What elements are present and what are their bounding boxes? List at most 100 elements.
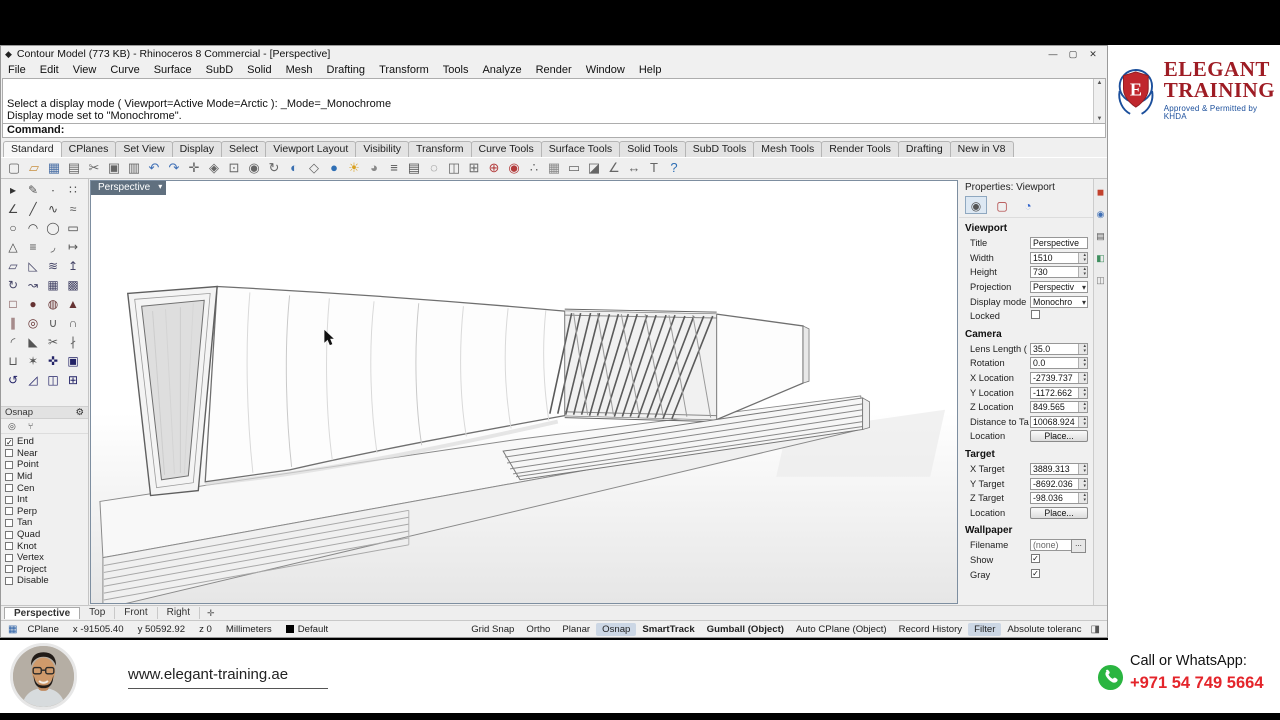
point-icon[interactable]: ∙ xyxy=(43,181,63,200)
ellipse-icon[interactable]: ◯ xyxy=(43,219,63,238)
status-readout[interactable]: x -91505.40 xyxy=(66,624,131,635)
toolbar-tab[interactable]: Select xyxy=(221,141,267,157)
scale-icon[interactable]: ◿ xyxy=(23,371,43,390)
mirror-icon[interactable]: ◫ xyxy=(43,371,63,390)
help-icon[interactable]: ? xyxy=(664,158,684,178)
pipe-icon[interactable]: ∥ xyxy=(3,314,23,333)
status-readout[interactable]: Default xyxy=(279,624,335,635)
minimize-button[interactable]: — xyxy=(1043,49,1063,60)
property-value[interactable]: 3889.313 xyxy=(1030,463,1088,476)
menu-item[interactable]: Curve xyxy=(103,64,146,76)
checkbox[interactable] xyxy=(5,437,13,446)
osnap-filter-icon[interactable]: ⑂ xyxy=(28,421,33,431)
torus-icon[interactable]: ◎ xyxy=(23,314,43,333)
status-toggle[interactable]: Osnap xyxy=(596,622,637,636)
viewport-tab[interactable]: Right xyxy=(158,607,200,619)
revolve-icon[interactable]: ↻ xyxy=(3,276,23,295)
text-icon[interactable]: T xyxy=(644,158,664,178)
status-toggle[interactable]: Absolute toleranc xyxy=(1001,623,1087,636)
property-value[interactable]: Place... xyxy=(1030,430,1088,443)
command-input[interactable]: Command: xyxy=(2,124,1106,138)
checkbox[interactable] xyxy=(5,449,13,458)
scroll-down-icon[interactable]: ▼ xyxy=(1097,116,1103,122)
property-value[interactable]: -2739.737 xyxy=(1030,372,1088,385)
viewport-tab[interactable]: Top xyxy=(80,607,116,619)
status-toggle[interactable]: Auto CPlane (Object) xyxy=(790,623,893,636)
menu-item[interactable]: Render xyxy=(529,64,579,76)
open-file-icon[interactable]: ▱ xyxy=(24,158,44,178)
property-value[interactable]: ✓ xyxy=(1030,568,1088,581)
checkbox[interactable] xyxy=(5,484,13,493)
menu-item[interactable]: Transform xyxy=(372,64,436,76)
select-arrow-icon[interactable]: ▸ xyxy=(3,181,23,200)
explode-icon[interactable]: ✶ xyxy=(23,352,43,371)
group-icon[interactable]: ⊞ xyxy=(464,158,484,178)
split-icon[interactable]: ∤ xyxy=(63,333,83,352)
patch-icon[interactable]: ▦ xyxy=(43,276,63,295)
fillet-curve-icon[interactable]: ◞ xyxy=(43,238,63,257)
osnap-checkbox[interactable]: Int xyxy=(5,494,88,506)
render-icon[interactable]: ● xyxy=(324,158,344,178)
toolbar-tab[interactable]: Surface Tools xyxy=(540,141,621,157)
osnap-checkbox[interactable]: Vertex xyxy=(5,552,88,564)
osnap-checkbox[interactable]: Knot xyxy=(5,540,88,552)
copy-icon[interactable]: ▣ xyxy=(104,158,124,178)
status-toggle[interactable]: Record History xyxy=(893,623,968,636)
line-icon[interactable]: ╱ xyxy=(23,200,43,219)
array-icon[interactable]: ⊞ xyxy=(63,371,83,390)
viewport-title-tab[interactable]: Perspective xyxy=(91,181,167,195)
menu-item[interactable]: Surface xyxy=(147,64,199,76)
menu-item[interactable]: Mesh xyxy=(279,64,320,76)
clipping-plane-icon[interactable]: ◪ xyxy=(584,158,604,178)
loft-icon[interactable]: ≋ xyxy=(43,257,63,276)
pan-icon[interactable]: ✛ xyxy=(184,158,204,178)
menu-item[interactable]: SubD xyxy=(199,64,241,76)
join-icon[interactable]: ⊔ xyxy=(3,352,23,371)
toolbar-tab[interactable]: Set View xyxy=(115,141,173,157)
checkbox[interactable] xyxy=(5,576,13,585)
curve-icon[interactable]: ∿ xyxy=(43,200,63,219)
undo-icon[interactable]: ↶ xyxy=(144,158,164,178)
menu-item[interactable]: Window xyxy=(579,64,632,76)
osnap-checkbox[interactable]: Cen xyxy=(5,482,88,494)
menu-item[interactable]: File xyxy=(1,64,33,76)
print-icon[interactable]: ▤ xyxy=(64,158,84,178)
handle-curve-icon[interactable]: ≈ xyxy=(63,200,83,219)
status-toggle[interactable]: Planar xyxy=(556,623,596,636)
record-history-icon[interactable]: ◉ xyxy=(504,158,524,178)
object-properties-icon[interactable]: ▤ xyxy=(404,158,424,178)
rotate-icon[interactable]: ↺ xyxy=(3,371,23,390)
osnap-cursor-icon[interactable]: ◎ xyxy=(8,421,16,432)
osnap-checkbox[interactable]: Tan xyxy=(5,517,88,529)
menu-item[interactable]: Tools xyxy=(436,64,476,76)
checkbox[interactable] xyxy=(5,460,13,469)
menu-item[interactable]: Help xyxy=(632,64,669,76)
toolbar-tab[interactable]: Visibility xyxy=(355,141,410,157)
fillet-edge-icon[interactable]: ◜ xyxy=(3,333,23,352)
property-value[interactable]: 35.0 xyxy=(1030,342,1088,355)
rectangle-icon[interactable]: ▭ xyxy=(63,219,83,238)
extend-curve-icon[interactable]: ↦ xyxy=(63,238,83,257)
menu-item[interactable]: View xyxy=(66,64,104,76)
toolbar-tab[interactable]: Curve Tools xyxy=(470,141,542,157)
named-views-icon[interactable]: ▭ xyxy=(564,158,584,178)
viewport-tab[interactable]: Front xyxy=(115,607,158,619)
osnap-checkbox[interactable]: Project xyxy=(5,564,88,576)
toolbar-tab[interactable]: Mesh Tools xyxy=(753,141,823,157)
osnap-checkbox[interactable]: Point xyxy=(5,459,88,471)
property-value[interactable]: Monochro xyxy=(1030,295,1088,308)
property-value[interactable]: ✓ xyxy=(1030,553,1088,566)
analyze-icon[interactable]: ∠ xyxy=(604,158,624,178)
property-value[interactable]: Place... xyxy=(1030,506,1088,519)
toolbar-tab[interactable]: SubD Tools xyxy=(684,141,755,157)
zoom-selected-icon[interactable]: ◉ xyxy=(244,158,264,178)
menu-item[interactable]: Edit xyxy=(33,64,66,76)
chamfer-edge-icon[interactable]: ◣ xyxy=(23,333,43,352)
maximize-button[interactable]: ▢ xyxy=(1063,49,1083,60)
checkbox[interactable] xyxy=(5,518,13,527)
sweep-icon[interactable]: ↝ xyxy=(23,276,43,295)
status-readout[interactable]: z 0 xyxy=(192,624,219,635)
wireframe-view-icon[interactable]: ◇ xyxy=(304,158,324,178)
property-value[interactable]: 10068.924 xyxy=(1030,415,1088,428)
extrude-icon[interactable]: ↥ xyxy=(63,257,83,276)
